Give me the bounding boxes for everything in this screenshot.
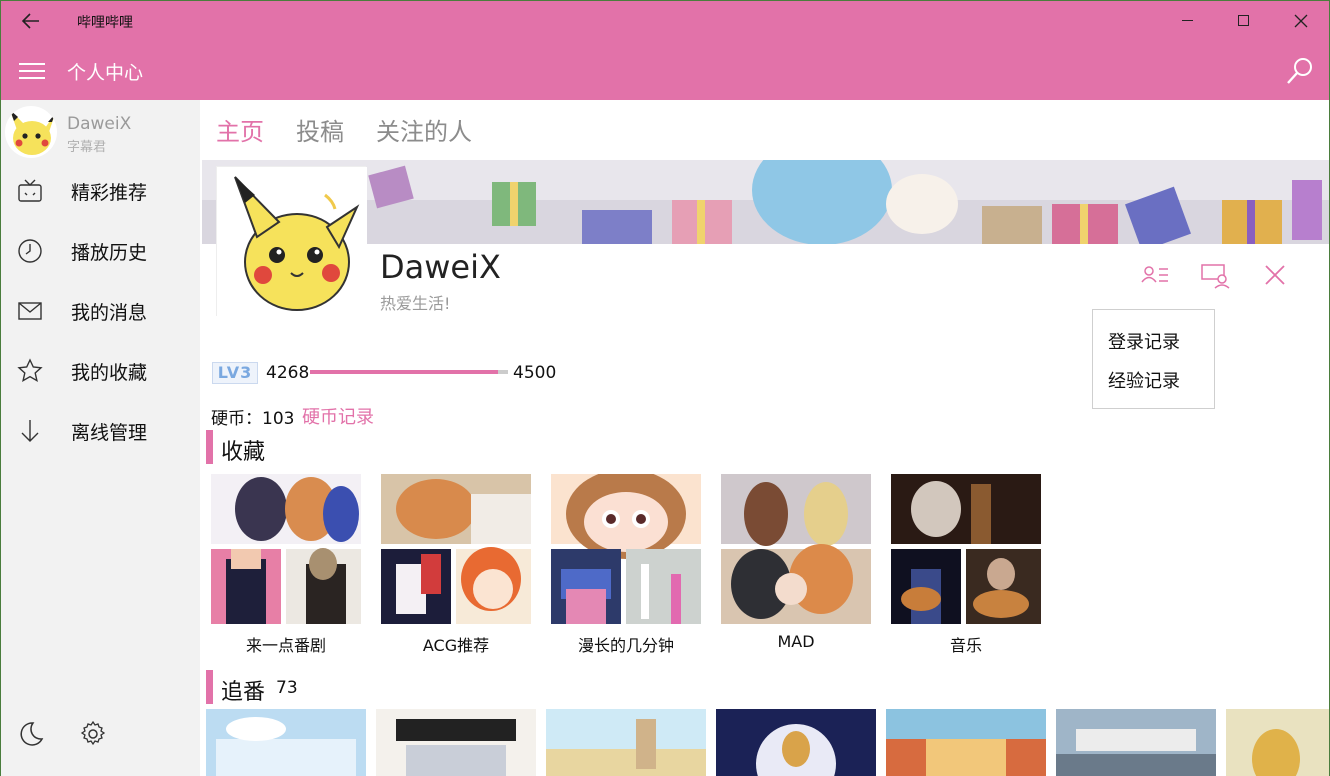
sidebar-item-label: 我的消息 xyxy=(71,302,148,324)
sidebar-item-label: 我的收藏 xyxy=(71,362,148,384)
folder-thumbnail xyxy=(381,474,531,624)
profile-signature: 热爱生活! xyxy=(380,294,451,313)
bangumi-item[interactable] xyxy=(1226,709,1329,776)
bangumi-section-title: 追番 xyxy=(221,680,266,705)
bangumi-thumbnail xyxy=(1056,709,1216,776)
back-button[interactable] xyxy=(19,9,43,33)
bangumi-thumbnail xyxy=(716,709,876,776)
close-icon[interactable] xyxy=(1260,260,1290,290)
bangumi-item[interactable] xyxy=(1056,709,1216,776)
bangumi-item[interactable] xyxy=(206,709,366,776)
pikachu-avatar-image xyxy=(217,167,367,317)
sidebar-item-favorites[interactable]: 我的收藏 xyxy=(1,342,201,398)
bangumi-count: 73 xyxy=(276,678,298,698)
user-list-icon[interactable] xyxy=(1140,260,1170,290)
profile-name: DaweiX xyxy=(380,248,501,286)
exp-progress-bar xyxy=(310,370,508,374)
section-marker xyxy=(206,430,213,464)
folder-name: 来一点番剧 xyxy=(245,636,326,655)
sidebar: DaweiX 字幕君 精彩推荐 播放历史 我的消息 我的收藏 离线管理 xyxy=(0,100,200,776)
favorite-folder[interactable]: 音乐 xyxy=(891,474,1041,655)
page-title: 个人中心 xyxy=(67,62,144,84)
bangumi-thumbnail xyxy=(886,709,1046,776)
mail-icon xyxy=(18,302,42,320)
bangumi-item[interactable] xyxy=(376,709,536,776)
sidebar-user[interactable]: DaweiX 字幕君 xyxy=(5,104,195,158)
folder-name: 漫长的几分钟 xyxy=(577,636,674,655)
menu-item-login-records[interactable]: 登录记录 xyxy=(1108,328,1180,354)
tv-icon xyxy=(18,179,42,202)
favorite-folder[interactable]: ACG推荐 xyxy=(381,474,531,655)
user-title: 字幕君 xyxy=(67,140,107,155)
favorite-folder[interactable]: 漫长的几分钟 xyxy=(551,469,701,655)
folder-thumbnail xyxy=(891,474,1041,624)
sidebar-item-history[interactable]: 播放历史 xyxy=(1,222,201,278)
records-flyout-menu: 登录记录 经验记录 xyxy=(1092,309,1215,409)
sidebar-item-label: 离线管理 xyxy=(71,422,148,444)
folder-thumbnail xyxy=(211,474,361,624)
favorite-folder[interactable]: MAD xyxy=(721,474,871,654)
hamburger-menu-button[interactable] xyxy=(19,63,45,81)
menu-item-exp-records[interactable]: 经验记录 xyxy=(1108,367,1180,393)
tab-submissions[interactable]: 投稿 xyxy=(296,112,344,147)
sidebar-item-label: 精彩推荐 xyxy=(71,182,148,204)
download-icon xyxy=(21,420,39,442)
exp-current: 4268 xyxy=(266,363,310,383)
window-title: 哔哩哔哩 xyxy=(77,15,133,31)
night-mode-moon-icon[interactable] xyxy=(17,720,45,748)
coin-records-link[interactable]: 硬币记录 xyxy=(302,403,374,429)
exp-max: 4500 xyxy=(513,363,557,383)
favorite-folder[interactable]: 来一点番剧 xyxy=(211,474,361,655)
sidebar-item-label: 播放历史 xyxy=(71,242,148,264)
main-content: 主页 投稿 关注的人 DaweiX 热爱生活! 登录记录 经验记录 LV3 42… xyxy=(200,100,1330,776)
pikachu-avatar-image xyxy=(10,110,55,155)
coin-count: 硬币：103 xyxy=(211,409,295,429)
bangumi-thumbnail xyxy=(376,709,536,776)
back-arrow-icon xyxy=(21,13,39,29)
sidebar-item-messages[interactable]: 我的消息 xyxy=(1,282,201,338)
profile-avatar xyxy=(216,166,367,317)
level-badge: LV3 xyxy=(212,362,258,384)
bangumi-item[interactable] xyxy=(716,709,876,776)
close-icon xyxy=(1294,14,1308,28)
gift-boxes-banner-image xyxy=(202,160,1329,244)
settings-gear-icon[interactable] xyxy=(79,720,107,748)
title-bar: 哔哩哔哩 xyxy=(0,0,1330,40)
folder-thumbnail xyxy=(721,474,871,624)
section-marker xyxy=(206,670,213,704)
bangumi-thumbnail xyxy=(206,709,366,776)
tab-home[interactable]: 主页 xyxy=(216,112,264,147)
minimize-button[interactable] xyxy=(1161,1,1217,41)
bangumi-item[interactable] xyxy=(886,709,1046,776)
star-icon xyxy=(17,358,43,382)
sidebar-item-offline[interactable]: 离线管理 xyxy=(1,402,201,458)
search-button[interactable] xyxy=(1285,56,1315,86)
folder-name: MAD xyxy=(777,632,815,651)
tab-following[interactable]: 关注的人 xyxy=(376,112,472,147)
bangumi-thumbnail xyxy=(546,709,706,776)
avatar xyxy=(5,106,57,158)
close-window-button[interactable] xyxy=(1273,1,1329,41)
user-name: DaweiX xyxy=(67,114,132,134)
profile-banner xyxy=(202,160,1329,244)
favorites-section-title: 收藏 xyxy=(221,440,266,465)
maximize-button[interactable] xyxy=(1217,1,1273,41)
search-icon xyxy=(1287,58,1312,84)
screen-user-icon[interactable] xyxy=(1200,260,1230,290)
sidebar-item-recommend[interactable]: 精彩推荐 xyxy=(1,162,201,218)
clock-icon xyxy=(18,239,42,263)
bangumi-thumbnail xyxy=(1226,709,1329,776)
folder-name: ACG推荐 xyxy=(422,636,490,655)
bangumi-item[interactable] xyxy=(546,709,706,776)
exp-progress-fill xyxy=(310,370,498,374)
folder-thumbnail xyxy=(551,469,701,624)
app-bar: 个人中心 xyxy=(0,40,1330,100)
folder-name: 音乐 xyxy=(949,636,982,655)
